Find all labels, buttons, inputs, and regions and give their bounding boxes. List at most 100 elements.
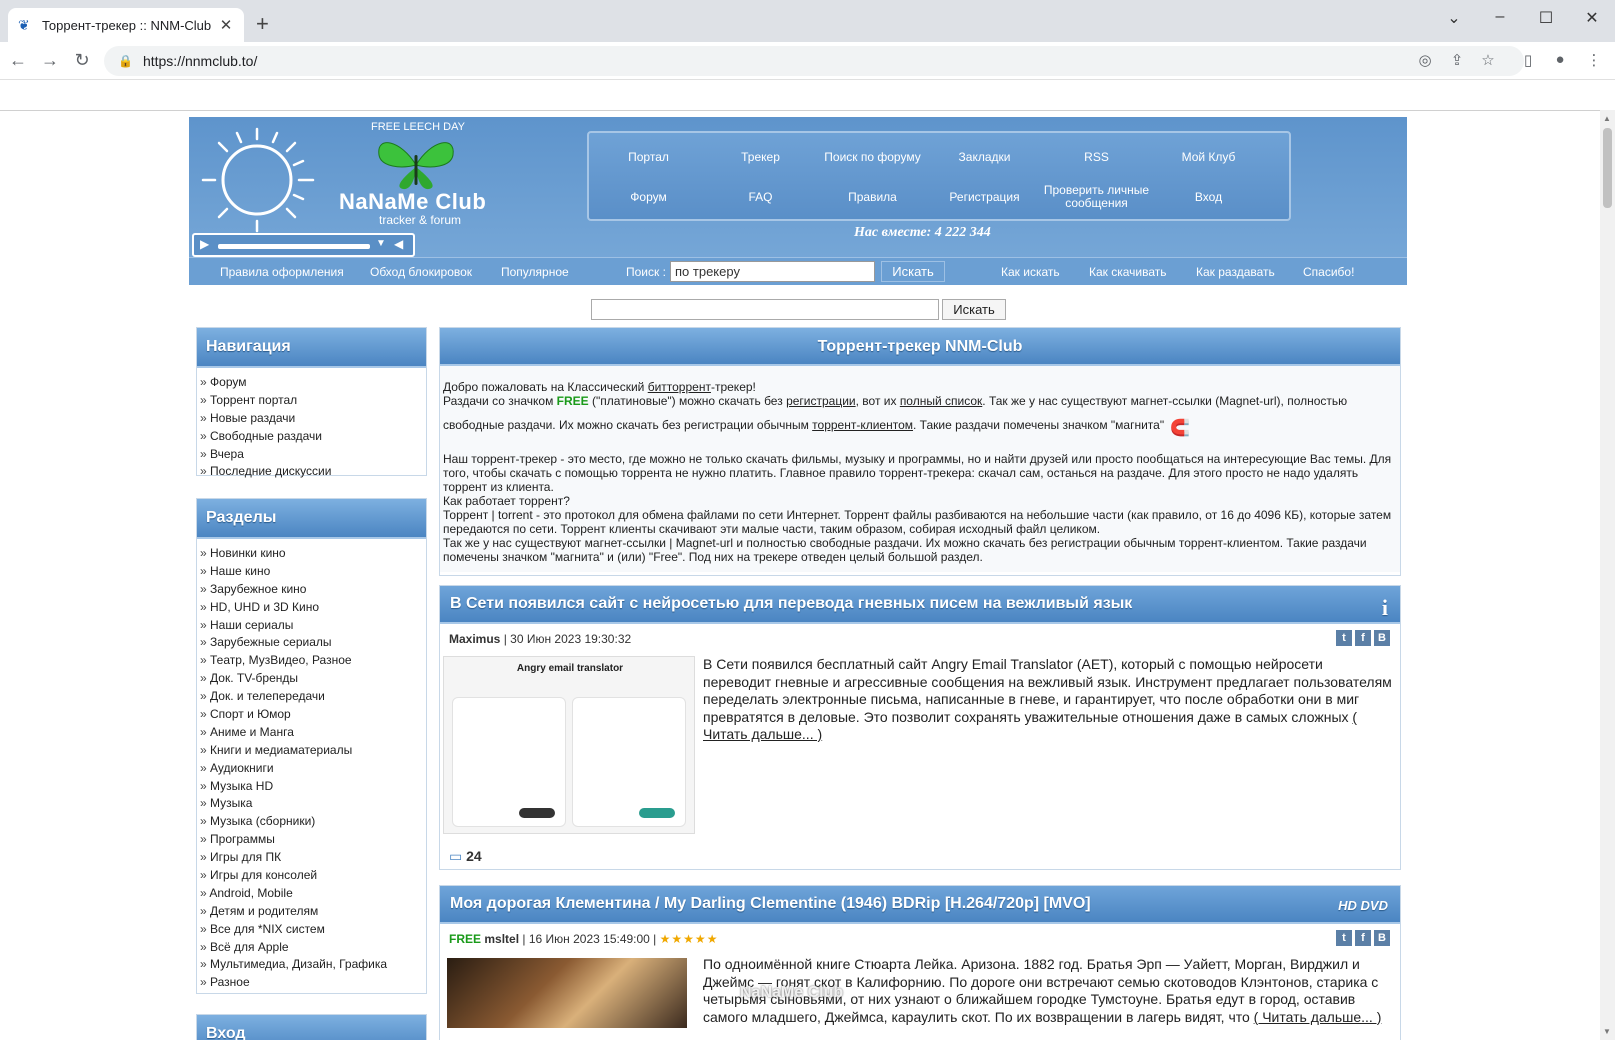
section-item[interactable]: Android, Mobile [200, 885, 424, 903]
read-more-link[interactable]: ( Читать дальше... ) [1254, 1009, 1382, 1025]
menu-forum-search[interactable]: Поиск по форуму [815, 137, 930, 177]
section-item[interactable]: Игры для ПК [200, 849, 424, 867]
link-thanks[interactable]: Спасибо! [1303, 265, 1354, 279]
section-item[interactable]: Книги и медиаматериалы [200, 742, 424, 760]
link-full-list[interactable]: полный список [900, 394, 982, 408]
section-item[interactable]: HD, UHD и 3D Кино [200, 599, 424, 617]
play-icon[interactable]: ▶ [200, 237, 209, 251]
facebook-icon[interactable]: f [1355, 630, 1371, 646]
player-progress[interactable] [218, 244, 370, 249]
nav-item[interactable]: Вчера [200, 446, 424, 464]
section-item[interactable]: Зарубежное кино [200, 581, 424, 599]
link-how-to-seed[interactable]: Как раздавать [1196, 265, 1275, 279]
section-item[interactable]: Музыка HD [200, 778, 424, 796]
chevron-down-icon[interactable]: ▼ [376, 238, 386, 249]
nav-item[interactable]: Торрент портал [200, 392, 424, 410]
section-item[interactable]: Новинки кино [200, 545, 424, 563]
section-item[interactable]: Игры для консолей [200, 867, 424, 885]
eye-off-icon[interactable]: ◎ [1414, 51, 1436, 69]
facebook-icon[interactable]: f [1355, 930, 1371, 946]
menu-check-messages[interactable]: Проверить личные сообщения [1039, 177, 1154, 217]
vk-icon[interactable]: B [1374, 930, 1390, 946]
link-bittorrent[interactable]: битторрент [648, 380, 711, 394]
link-registration[interactable]: регистрации [786, 394, 856, 408]
section-item[interactable]: Аудиокниги [200, 760, 424, 778]
nav-item[interactable]: Новые раздачи [200, 410, 424, 428]
menu-faq[interactable]: FAQ [703, 177, 818, 217]
scroll-down-icon[interactable]: ▼ [1603, 1027, 1611, 1036]
movie-poster[interactable] [447, 958, 687, 1028]
section-item[interactable]: Наше кино [200, 563, 424, 581]
news-title[interactable]: В Сети появился сайт с нейросетью для пе… [440, 586, 1400, 624]
news-image[interactable]: Angry email translator [443, 656, 695, 834]
scrollbar-thumb[interactable] [1603, 128, 1612, 208]
sub-navigation: Правила оформления Обход блокировок Попу… [189, 257, 1407, 285]
twitter-icon[interactable]: t [1336, 630, 1352, 646]
reload-icon[interactable]: ↻ [70, 50, 94, 70]
menu-bookmarks[interactable]: Закладки [927, 137, 1042, 177]
site-search-button[interactable]: Искать [942, 299, 1006, 320]
menu-register[interactable]: Регистрация [927, 177, 1042, 217]
section-item[interactable]: Зарубежные сериалы [200, 634, 424, 652]
section-item[interactable]: Мультимедиа, Дизайн, Графика [200, 956, 424, 974]
menu-my-club[interactable]: Мой Клуб [1151, 137, 1266, 177]
page-scrollbar[interactable]: ▲ ▼ [1600, 110, 1615, 1040]
menu-kebab-icon[interactable]: ⋮ [1583, 51, 1605, 69]
section-item[interactable]: Всё для Apple [200, 939, 424, 957]
news-author[interactable]: msltel [484, 932, 519, 946]
section-item[interactable]: Спорт и Юмор [200, 706, 424, 724]
tracker-search-input[interactable]: по трекеру [670, 261, 875, 282]
link-bypass-blocks[interactable]: Обход блокировок [370, 265, 472, 279]
news-author[interactable]: Maximus [449, 632, 500, 646]
maximize-icon[interactable]: ☐ [1531, 8, 1561, 28]
menu-rss[interactable]: RSS [1039, 137, 1154, 177]
back-icon[interactable]: ← [6, 50, 30, 70]
browser-tab[interactable]: ❦ Торрент-трекер :: NNM-Club ✕ [8, 8, 244, 42]
tracker-search-button[interactable]: Искать [881, 261, 945, 282]
link-popular[interactable]: Популярное [501, 265, 569, 279]
menu-login[interactable]: Вход [1151, 177, 1266, 217]
section-item[interactable]: Все для *NIX систем [200, 921, 424, 939]
new-tab-icon[interactable]: + [256, 12, 269, 36]
section-item[interactable]: Детям и родителям [200, 903, 424, 921]
link-how-to-download[interactable]: Как скачивать [1089, 265, 1167, 279]
section-item[interactable]: Музыка [200, 795, 424, 813]
section-item[interactable]: Разное [200, 974, 424, 992]
section-item[interactable]: Док. и телепередачи [200, 688, 424, 706]
nav-item[interactable]: Форум [200, 374, 424, 392]
nav-item[interactable]: Последние дискуссии [200, 463, 424, 481]
menu-portal[interactable]: Портал [591, 137, 706, 177]
site-logo[interactable]: NaNaMe Club [339, 189, 486, 215]
twitter-icon[interactable]: t [1336, 930, 1352, 946]
link-how-to-search[interactable]: Как искать [1001, 265, 1060, 279]
close-tab-icon[interactable]: ✕ [218, 16, 234, 34]
address-bar[interactable]: 🔒 https://nnmclub.to/ [104, 46, 1524, 76]
share-icon[interactable]: ⇪ [1446, 51, 1468, 69]
close-window-icon[interactable]: ✕ [1577, 8, 1607, 28]
section-item[interactable]: Аниме и Манга [200, 724, 424, 742]
bookmark-star-icon[interactable]: ☆ [1477, 51, 1499, 69]
profile-icon[interactable]: ● [1549, 51, 1571, 68]
link-formatting-rules[interactable]: Правила оформления [220, 265, 344, 279]
sections-title: Разделы [197, 499, 426, 539]
vk-icon[interactable]: B [1374, 630, 1390, 646]
nav-item[interactable]: Свободные раздачи [200, 428, 424, 446]
tab-search-icon[interactable]: ⌄ [1439, 8, 1469, 28]
section-item[interactable]: Театр, МузВидео, Разное [200, 652, 424, 670]
section-item[interactable]: Музыка (сборники) [200, 813, 424, 831]
section-item[interactable]: Программы [200, 831, 424, 849]
site-search-input[interactable] [591, 299, 939, 320]
menu-rules[interactable]: Правила [815, 177, 930, 217]
scroll-up-icon[interactable]: ▲ [1603, 114, 1611, 123]
comments-count[interactable]: ▭ 24 [449, 848, 482, 865]
forward-icon[interactable]: → [38, 50, 62, 70]
news-title[interactable]: Моя дорогая Клементина / My Darling Clem… [440, 886, 1400, 924]
volume-icon[interactable]: ◀ [394, 237, 403, 251]
section-item[interactable]: Док. TV-бренды [200, 670, 424, 688]
minimize-icon[interactable]: – [1485, 8, 1515, 26]
side-panel-icon[interactable]: ▯ [1517, 51, 1539, 69]
menu-forum[interactable]: Форум [591, 177, 706, 217]
section-item[interactable]: Наши сериалы [200, 617, 424, 635]
link-torrent-client[interactable]: торрент-клиентом [812, 418, 913, 432]
menu-tracker[interactable]: Трекер [703, 137, 818, 177]
